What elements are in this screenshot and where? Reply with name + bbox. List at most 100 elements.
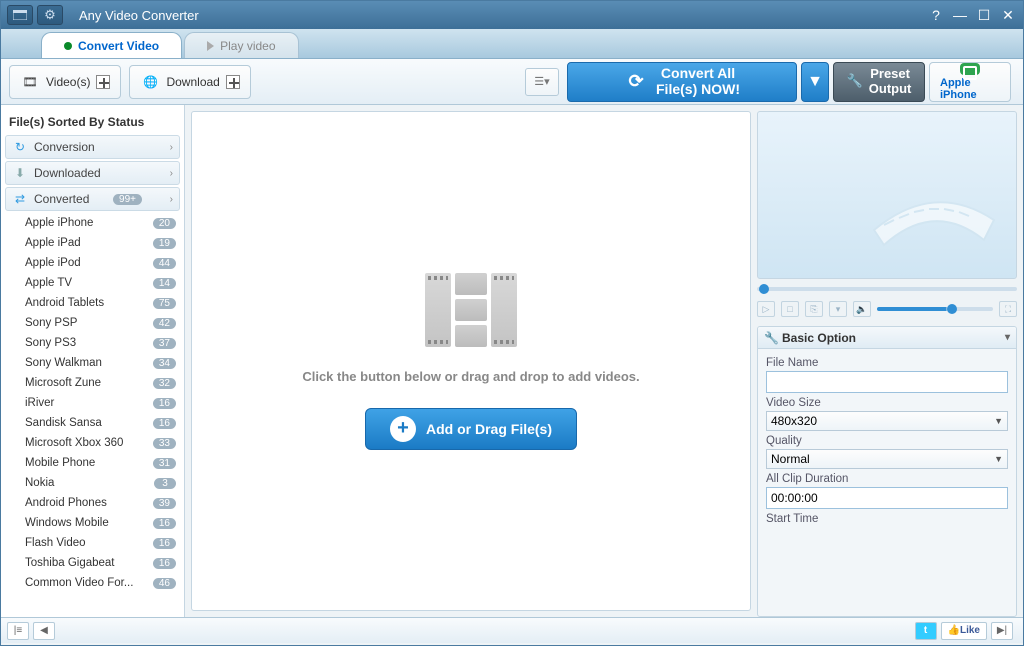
device-item[interactable]: Microsoft Zune32 <box>5 373 180 393</box>
snapshot-drop-button[interactable]: ▾ <box>829 301 847 317</box>
tab-play-video[interactable]: Play video <box>184 32 298 58</box>
list-options-button[interactable]: ☰▾ <box>525 68 559 96</box>
add-files-button[interactable]: +Add or Drag File(s) <box>365 408 577 450</box>
duration-input[interactable] <box>766 487 1008 509</box>
twitter-button[interactable]: t <box>915 622 937 640</box>
window-list-button[interactable] <box>7 5 33 25</box>
device-item[interactable]: Windows Mobile16 <box>5 513 180 533</box>
device-item[interactable]: Sandisk Sansa16 <box>5 413 180 433</box>
drop-hint: Click the button below or drag and drop … <box>302 369 639 384</box>
device-item[interactable]: Android Phones39 <box>5 493 180 513</box>
gear-icon: ⚙ <box>44 7 56 23</box>
stop-button[interactable]: □ <box>781 301 799 317</box>
download-icon: ⬇ <box>12 165 28 181</box>
device-item[interactable]: Apple TV14 <box>5 273 180 293</box>
preview-pane <box>757 111 1017 279</box>
device-name: Sony PSP <box>25 317 77 329</box>
device-item[interactable]: Apple iPad19 <box>5 233 180 253</box>
category-conversion[interactable]: ↻Conversion› <box>5 135 180 159</box>
file-name-input[interactable] <box>766 371 1008 393</box>
toolbar: 🎞Video(s) 🌐Download ☰▾ ⟳ Convert AllFile… <box>1 59 1023 105</box>
device-name: iRiver <box>25 397 54 409</box>
device-item[interactable]: Microsoft Xbox 36033 <box>5 433 180 453</box>
minimize-button[interactable]: — <box>951 7 969 23</box>
device-item[interactable]: Apple iPod44 <box>5 253 180 273</box>
convert-all-dropdown[interactable]: ▼ <box>801 62 829 102</box>
convert-icon: ⇄ <box>12 191 28 207</box>
device-name: Android Phones <box>25 497 107 509</box>
film-icon: 🎞 <box>20 72 40 92</box>
settings-button[interactable]: ⚙ <box>37 5 63 25</box>
panel-prev-button[interactable]: ◀ <box>33 622 55 640</box>
category-downloaded[interactable]: ⬇Downloaded› <box>5 161 180 185</box>
device-name: Flash Video <box>25 537 86 549</box>
chevron-down-icon: ▼ <box>994 416 1003 426</box>
volume-slider[interactable] <box>877 307 993 311</box>
fullscreen-button[interactable]: ⛶ <box>999 301 1017 317</box>
chevron-right-icon[interactable]: › <box>170 142 173 153</box>
globe-icon: 🌐 <box>140 72 160 92</box>
panel-left-button[interactable]: |≡ <box>7 622 29 640</box>
refresh-icon: ⟳ <box>624 72 648 92</box>
video-size-select[interactable]: 480x320▼ <box>766 411 1008 431</box>
device-item[interactable]: Mobile Phone31 <box>5 453 180 473</box>
wrench-icon: 🔧 <box>764 331 778 345</box>
play-icon <box>207 41 214 51</box>
menu-icon: ☰▾ <box>534 75 549 88</box>
quality-label: Quality <box>766 435 1008 447</box>
tab-strip: Convert Video Play video <box>1 29 1023 59</box>
titlebar: ⚙ Any Video Converter ? — ☐ ✕ <box>1 1 1023 29</box>
maximize-button[interactable]: ☐ <box>975 7 993 24</box>
device-name: Common Video For... <box>25 577 133 589</box>
download-button[interactable]: 🌐Download <box>129 65 250 99</box>
device-item[interactable]: Common Video For... 46 <box>5 573 180 593</box>
mute-button[interactable]: 🔈 <box>853 301 871 317</box>
device-name: Nokia <box>25 477 54 489</box>
seek-slider[interactable] <box>757 283 1017 295</box>
category-converted[interactable]: ⇄Converted99+› <box>5 187 180 211</box>
device-item[interactable]: Apple iPhone20 <box>5 213 180 233</box>
device-item[interactable]: iRiver 16 <box>5 393 180 413</box>
app-title: Any Video Converter <box>79 8 199 23</box>
device-name: Windows Mobile <box>25 517 109 529</box>
device-item[interactable]: Android Tablets75 <box>5 293 180 313</box>
output-device-button[interactable]: Apple iPhone <box>929 62 1011 102</box>
play-button[interactable]: ▷ <box>757 301 775 317</box>
device-item[interactable]: Sony Walkman34 <box>5 353 180 373</box>
device-item[interactable]: Nokia3 <box>5 473 180 493</box>
device-name: Sony PS3 <box>25 337 76 349</box>
chevron-right-icon[interactable]: › <box>170 168 173 179</box>
count-badge: 16 <box>153 538 176 549</box>
device-item[interactable]: Flash Video 16 <box>5 533 180 553</box>
record-icon <box>64 42 72 50</box>
count-badge: 16 <box>153 398 176 409</box>
drop-zone[interactable]: Click the button below or drag and drop … <box>191 111 751 611</box>
count-badge: 75 <box>153 298 176 309</box>
player-controls: ▷ □ ⎘ ▾ 🔈 ⛶ <box>757 298 1017 320</box>
device-item[interactable]: Sony PSP42 <box>5 313 180 333</box>
device-name: Mobile Phone <box>25 457 95 469</box>
dropdown-icon[interactable]: ▾ <box>1005 332 1010 343</box>
tab-convert-video[interactable]: Convert Video <box>41 32 182 58</box>
chevron-right-icon[interactable]: › <box>170 194 173 205</box>
preset-output-button[interactable]: 🔧PresetOutput <box>833 62 925 102</box>
add-videos-button[interactable]: 🎞Video(s) <box>9 65 121 99</box>
facebook-like-button[interactable]: 👍 Like <box>941 622 987 640</box>
count-badge: 46 <box>153 578 176 589</box>
help-button[interactable]: ? <box>927 7 945 23</box>
device-item[interactable]: Toshiba Gigabeat16 <box>5 553 180 573</box>
sidebar: File(s) Sorted By Status ↻Conversion› ⬇D… <box>1 105 185 617</box>
convert-all-button[interactable]: ⟳ Convert AllFile(s) NOW! <box>567 62 797 102</box>
count-badge: 19 <box>153 238 176 249</box>
quality-select[interactable]: Normal▼ <box>766 449 1008 469</box>
tab-label: Play video <box>220 39 275 53</box>
close-button[interactable]: ✕ <box>999 7 1017 24</box>
start-time-label: Start Time <box>766 513 1008 525</box>
device-item[interactable]: Sony PS337 <box>5 333 180 353</box>
count-badge: 16 <box>153 558 176 569</box>
panel-next-button[interactable]: ▶| <box>991 622 1013 640</box>
options-header[interactable]: 🔧Basic Option▾ <box>758 327 1016 349</box>
video-size-label: Video Size <box>766 397 1008 409</box>
snapshot-button[interactable]: ⎘ <box>805 301 823 317</box>
device-name: Apple TV <box>25 277 72 289</box>
